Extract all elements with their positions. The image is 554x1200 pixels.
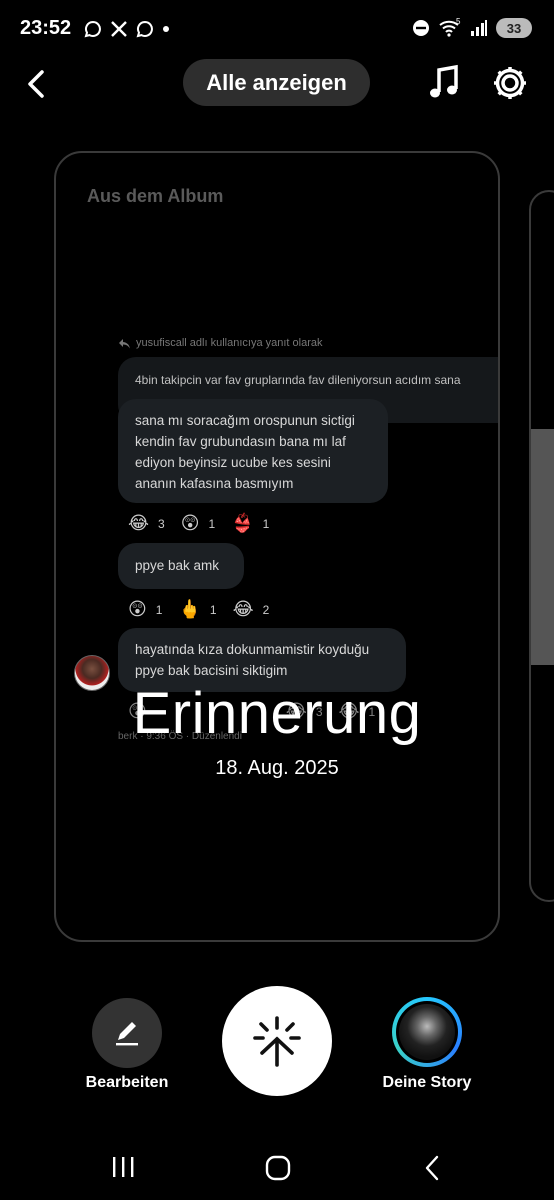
message-line: sana mı soracağım orospunun sictigi (135, 413, 355, 428)
music-note-icon (430, 64, 458, 98)
next-memory-card[interactable] (529, 190, 554, 902)
message-line: ananın kafasına basmıyım (135, 476, 294, 491)
settings-gear-icon (494, 67, 526, 99)
signal-icon (471, 20, 487, 36)
astonished-emoji-icon: 😲 (128, 599, 147, 619)
chat-bubble-icon (84, 20, 101, 38)
reaction-count: 3 (158, 516, 165, 531)
chat-message: ppye bak amk (118, 543, 244, 589)
message-reactions: 😲 1 🖕 1 😂 2 (128, 599, 285, 620)
reaction: 😲 1 (181, 513, 215, 534)
astonished-emoji-icon: 😲 (180, 513, 200, 533)
settings-button[interactable] (490, 63, 530, 103)
album-title: Aus dem Album (87, 186, 224, 206)
your-story-button[interactable] (392, 997, 462, 1067)
message-line: hayatında kıza dokunmamistir koyduğu (135, 642, 370, 657)
reply-hint-text: yusufiscall adlı kullanıcıya yanıt olara… (136, 337, 323, 349)
status-time: 23:52 (20, 17, 72, 39)
music-button[interactable] (426, 62, 466, 104)
laughing-emoji-icon: 😂 (232, 599, 254, 619)
reaction: 👙 1 (231, 513, 269, 534)
reaction-count: 1 (208, 516, 216, 531)
laughing-emoji-icon: 😂 (128, 513, 150, 533)
your-story-label[interactable]: Deine Story (372, 1074, 482, 1092)
network-type-label: 5 (456, 18, 461, 26)
home-button[interactable] (264, 1154, 292, 1182)
notification-icons (84, 20, 170, 38)
edit-button[interactable] (92, 998, 162, 1068)
back-button[interactable] (20, 64, 56, 104)
reaction-count: 1 (155, 602, 163, 617)
share-button[interactable] (222, 986, 332, 1096)
reaction: 😂 2 (233, 599, 270, 620)
home-icon (265, 1155, 291, 1181)
reply-hint: yusufiscall adlı kullanıcıya yanıt olara… (118, 337, 322, 349)
x-logo-icon (111, 21, 127, 37)
message-line: ppye bak bacisini siktigim (135, 663, 288, 678)
chat-bubble-icon (136, 20, 153, 38)
nav-back-icon (425, 1155, 439, 1181)
system-back-button[interactable] (420, 1154, 446, 1182)
next-card-preview (531, 429, 554, 665)
message-reactions: 😂 3 😲 1 👙 1 (128, 513, 285, 534)
memory-date: 18. Aug. 2025 (215, 757, 339, 779)
system-icons: 5 33 (412, 18, 532, 38)
show-all-button[interactable]: Alle anzeigen (183, 59, 370, 106)
reaction-count: 1 (262, 516, 270, 531)
pencil-icon (116, 1022, 138, 1046)
battery-indicator: 33 (496, 18, 532, 38)
story-ring-gap (396, 1001, 458, 1063)
message-line: ediyon beyinsiz ucube kes sesini (135, 455, 331, 470)
status-bar: 23:52 5 33 (0, 0, 554, 60)
edit-label[interactable]: Bearbeiten (72, 1074, 182, 1092)
share-burst-icon (253, 1016, 301, 1067)
memory-card[interactable]: Aus dem Album yusufiscall adlı kullanıcı… (54, 151, 500, 942)
reaction: 😲 1 (128, 599, 162, 620)
message-line: kendin fav grubundasın bana mı laf (135, 434, 346, 449)
reaction: 😂 3 (128, 513, 165, 534)
story-avatar (399, 1004, 455, 1060)
middle-finger-emoji-icon: 🖕 (178, 599, 201, 619)
dot-icon (163, 26, 169, 32)
reaction: 🖕 1 (178, 599, 216, 620)
recents-icon (113, 1157, 134, 1177)
reply-arrow-icon (119, 338, 130, 348)
recents-button[interactable] (108, 1154, 138, 1180)
bikini-emoji-icon: 👙 (231, 513, 254, 533)
reaction-count: 1 (209, 602, 217, 617)
reaction-count: 2 (262, 602, 270, 617)
back-arrow-icon (28, 70, 44, 98)
do-not-disturb-icon (413, 20, 429, 36)
message-line: ppye bak amk (135, 558, 220, 573)
wifi-icon: 5 (439, 18, 461, 37)
memory-title: Erinnerung (132, 681, 422, 746)
chat-message: sana mı soracağım orospunun sictigi kend… (118, 399, 388, 503)
